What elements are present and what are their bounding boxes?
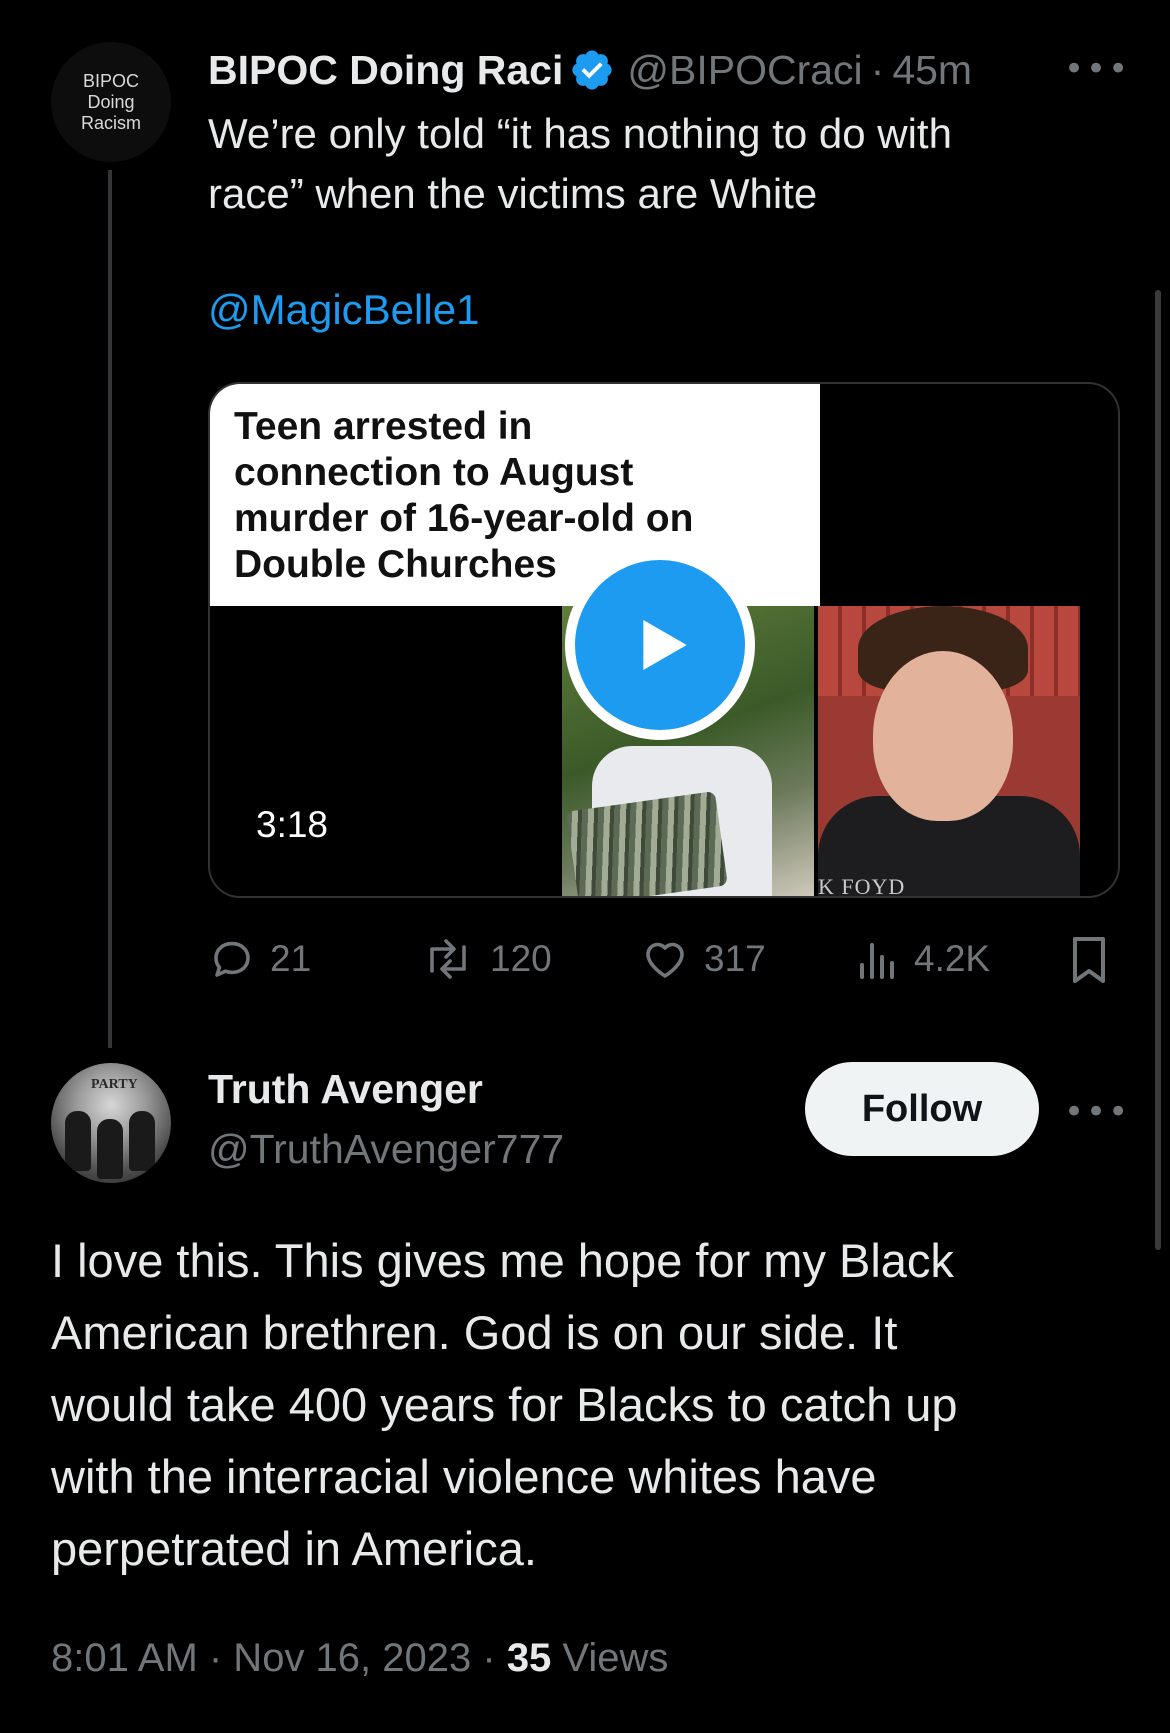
reply-icon <box>214 941 250 977</box>
video-photo-right: K FOYD <box>818 606 1080 896</box>
follow-button[interactable]: Follow <box>805 1062 1039 1156</box>
post-views-count: 35 <box>506 1636 552 1680</box>
reply-count: 21 <box>270 938 312 979</box>
video-duration: 3:18 <box>256 804 329 845</box>
play-button[interactable] <box>565 550 755 740</box>
bookmark-icon <box>1073 937 1105 983</box>
photo-shirt-print: K FOYD <box>818 874 906 896</box>
video-headline: Teen arrested in connection to August mu… <box>210 384 820 606</box>
post-timestamp[interactable]: 8:01 AM · Nov 16, 2023 · <box>51 1636 507 1680</box>
like-count: 317 <box>704 938 766 979</box>
post-views-label: Views <box>551 1636 669 1680</box>
views-action[interactable]: 4.2K <box>856 935 990 983</box>
video-media-card[interactable]: Teen arrested in connection to August mu… <box>208 382 1120 898</box>
reply-tweet-text: I love this. This gives me hope for my B… <box>51 1234 958 1575</box>
like-icon <box>646 942 684 978</box>
verified-badge-icon <box>572 50 613 90</box>
photo-face <box>873 651 1013 821</box>
reply-author-handle[interactable]: @TruthAvenger777 <box>208 1126 564 1173</box>
avatar-bipoc[interactable]: BIPOC Doing Racism <box>51 42 171 162</box>
mention-link[interactable]: @MagicBelle1 <box>208 286 479 334</box>
views-icon <box>860 943 894 979</box>
avatar-truth-avenger[interactable]: PARTY <box>51 1063 171 1183</box>
post-time[interactable]: 45m <box>892 47 972 94</box>
thread-connector-line <box>108 170 112 1048</box>
quoted-tweet-header: BIPOC Doing Raci @BIPOCraci · 45m <box>208 44 972 96</box>
quoted-tweet-text: We’re only told “it has nothing to do wi… <box>208 110 952 217</box>
avatar-text-line-2: Doing <box>87 91 135 112</box>
avatar-text-line-3: Racism <box>80 112 141 133</box>
repost-count: 120 <box>490 938 552 979</box>
author-display-name[interactable]: BIPOC Doing Raci <box>208 47 563 94</box>
avatar-figure-left <box>65 1111 91 1171</box>
like-action[interactable]: 317 <box>640 935 766 983</box>
avatar-figure-right <box>129 1111 155 1171</box>
header-separator: · <box>870 46 885 93</box>
avatar-text-line-1: BIPOC <box>82 70 139 91</box>
more-options-icon[interactable]: ••• <box>1064 1095 1130 1129</box>
reply-action[interactable]: 21 <box>208 935 311 983</box>
bookmark-action[interactable] <box>1068 935 1110 987</box>
author-handle[interactable]: @BIPOCraci <box>627 47 862 94</box>
tweet-action-bar: 21 120 317 4.2K <box>208 935 1116 991</box>
avatar-sign-text: PARTY <box>91 1077 138 1092</box>
views-count: 4.2K <box>914 938 991 979</box>
post-metadata: 8:01 AM · Nov 16, 2023 · 35 Views <box>51 1636 668 1681</box>
play-icon <box>643 620 687 670</box>
reply-author-display-name[interactable]: Truth Avenger <box>208 1066 483 1113</box>
repost-action[interactable]: 120 <box>420 935 552 983</box>
more-options-icon[interactable]: ••• <box>1064 52 1130 86</box>
avatar-figure-middle <box>97 1119 123 1179</box>
scrollbar[interactable] <box>1155 290 1161 1250</box>
photo-cash <box>566 791 728 896</box>
repost-icon <box>430 939 466 979</box>
